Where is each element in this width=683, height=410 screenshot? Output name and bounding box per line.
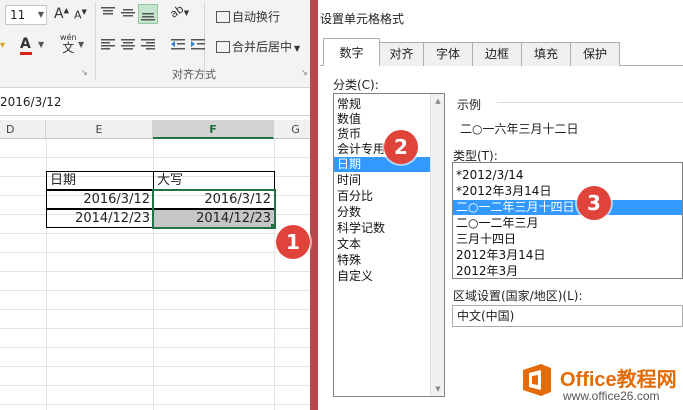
list-item[interactable]: 自定义 — [334, 269, 430, 284]
align-right-icon[interactable] — [140, 38, 156, 55]
formula-bar[interactable]: 2016/3/12 — [0, 88, 318, 116]
tab-protection[interactable]: 保护 — [570, 42, 620, 66]
cell-e-header[interactable]: 日期 — [46, 171, 154, 190]
tab-font[interactable]: 字体 — [423, 42, 473, 66]
merge-center-button[interactable]: 合并后居中 ▼ — [216, 38, 300, 55]
font-color-button[interactable]: A — [20, 36, 32, 55]
merge-center-icon — [216, 41, 230, 53]
align-left-icon[interactable] — [100, 38, 116, 55]
cell-e-row1[interactable]: 2016/3/12 — [46, 190, 154, 209]
font-size-combo[interactable]: 11 ▼ — [5, 5, 47, 25]
list-item[interactable]: *2012年3月14日 — [453, 184, 682, 199]
chevron-down-icon[interactable]: ▼ — [38, 40, 44, 49]
wrap-text-icon — [216, 11, 230, 23]
list-item[interactable]: 分数 — [334, 205, 430, 220]
decrease-indent-icon[interactable] — [170, 38, 186, 55]
column-header-e[interactable]: E — [46, 120, 153, 139]
cell-e-row2[interactable]: 2014/12/23 — [46, 209, 154, 228]
align-middle-icon[interactable] — [120, 6, 136, 23]
sample-divider — [497, 102, 683, 103]
scroll-down-icon[interactable]: ▼ — [433, 385, 443, 393]
alignment-group-label: 对齐方式 — [172, 68, 216, 81]
list-item-selected[interactable]: 日期 — [334, 157, 430, 172]
phonetic-guide-button[interactable]: wén 文 — [60, 33, 77, 55]
list-item[interactable]: 2012年3月14日 — [453, 248, 682, 263]
chevron-down-icon[interactable]: ▼ — [38, 6, 44, 24]
list-item[interactable]: 科学记数 — [334, 221, 430, 236]
sample-value: 二○一六年三月十二日 — [460, 122, 579, 136]
list-item[interactable]: 二○一二年三月 — [453, 216, 682, 231]
column-header-f[interactable]: F — [153, 120, 274, 139]
ribbon: 11 ▼ A▲ A▼ ab▼ 自动换行 ▾ A ▼ wén 文 ▼ 合并后居中 … — [0, 0, 318, 88]
alignment-dialog-launcher-icon[interactable]: ↘ — [301, 68, 308, 77]
list-item[interactable]: 文本 — [334, 237, 430, 252]
dialog-title: 设置单元格格式 — [320, 12, 405, 26]
list-item[interactable]: 三月十四日 — [453, 232, 682, 247]
dialog-window-border — [310, 0, 318, 410]
watermark-brand: Office教程网 — [560, 369, 677, 391]
font-size-value: 11 — [10, 8, 26, 22]
callout-badge-3: 3 — [577, 186, 611, 220]
callout-badge-1: 1 — [276, 225, 310, 259]
list-item-selected[interactable]: 二○一二年三月十四日 — [453, 200, 682, 215]
orientation-button[interactable]: ab▼ — [168, 2, 190, 21]
list-item[interactable]: 数值 — [334, 112, 430, 127]
callout-badge-2: 2 — [384, 130, 418, 164]
increase-indent-icon[interactable] — [190, 38, 206, 55]
selection-range — [152, 189, 276, 229]
shrink-font-button[interactable]: A▼ — [74, 8, 87, 22]
office-logo-icon — [519, 362, 555, 398]
category-label: 分类(C): — [333, 78, 379, 92]
worksheet-grid[interactable]: D E F G 日期 大写 2016/3/12 2016/3/12 2014/1… — [0, 120, 318, 410]
tab-border[interactable]: 边框 — [472, 42, 522, 66]
fill-handle[interactable] — [271, 224, 276, 229]
sample-label: 示例 — [457, 98, 482, 112]
type-list[interactable]: *2012/3/14 *2012年3月14日 二○一二年三月十四日 二○一二年三… — [452, 162, 683, 279]
scroll-up-icon[interactable]: ▲ — [433, 97, 443, 105]
ribbon-divider — [95, 2, 96, 80]
list-item[interactable]: 2012年3月 — [453, 264, 682, 278]
locale-label: 区域设置(国家/地区)(L): — [453, 289, 583, 303]
locale-select[interactable]: 中文(中国) — [452, 305, 683, 327]
column-header-d[interactable]: D — [0, 120, 46, 139]
watermark-url: www.office26.com — [563, 389, 660, 403]
font-dialog-launcher-icon[interactable]: ↘ — [81, 68, 88, 77]
list-item[interactable]: 时间 — [334, 173, 430, 188]
align-center-icon[interactable] — [120, 38, 136, 55]
list-item[interactable]: 特殊 — [334, 253, 430, 268]
grow-font-button[interactable]: A▲ — [54, 6, 69, 22]
wrap-text-button[interactable]: 自动换行 — [216, 8, 280, 25]
tab-fill[interactable]: 填充 — [521, 42, 571, 66]
tab-number[interactable]: 数字 — [323, 38, 380, 67]
formula-bar-value: 2016/3/12 — [0, 95, 62, 109]
category-scrollbar[interactable]: ▲ ▼ — [430, 94, 444, 396]
chevron-down-icon[interactable]: ▼ — [78, 40, 84, 49]
list-item[interactable]: 常规 — [334, 97, 430, 112]
list-item[interactable]: *2012/3/14 — [453, 168, 682, 183]
list-item[interactable]: 百分比 — [334, 189, 430, 204]
tab-alignment[interactable]: 对齐 — [379, 42, 424, 66]
dialog-tabs: 数字 对齐 字体 边框 填充 保护 — [320, 38, 683, 67]
fill-color-dropdown[interactable]: ▾ — [0, 40, 5, 51]
align-top-icon[interactable] — [100, 6, 116, 23]
cell-f-header[interactable]: 大写 — [153, 171, 275, 190]
align-bottom-icon[interactable] — [138, 4, 158, 24]
locale-value: 中文(中国) — [457, 309, 515, 323]
